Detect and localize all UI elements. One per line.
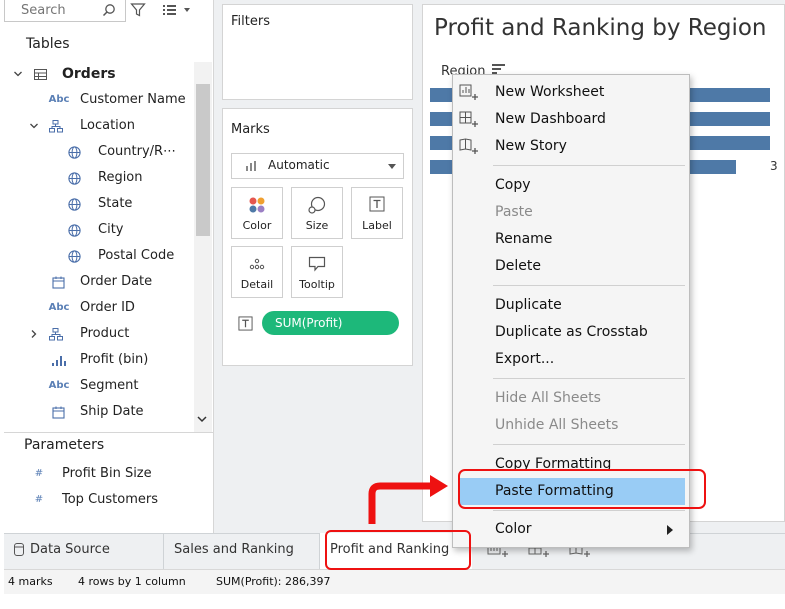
field-city[interactable]: City bbox=[64, 217, 194, 243]
field-ship-date[interactable]: Ship Date bbox=[44, 399, 194, 425]
field-customer-name[interactable]: Abc Customer Name bbox=[44, 87, 194, 113]
highlight-box-paste-formatting bbox=[458, 469, 706, 509]
menu-separator bbox=[493, 285, 685, 286]
menu-separator bbox=[493, 444, 685, 445]
menu-item-new-dashboard[interactable]: New Dashboard bbox=[453, 106, 689, 133]
tooltip-button[interactable]: Tooltip bbox=[291, 246, 343, 298]
hierarchy-icon bbox=[48, 321, 64, 347]
size-button[interactable]: Size bbox=[291, 187, 343, 239]
calendar-icon bbox=[50, 399, 66, 425]
menu-item-hide-all-sheets: Hide All Sheets bbox=[495, 390, 601, 406]
sum-profit-pill[interactable]: SUM(Profit) bbox=[262, 311, 399, 335]
search-input[interactable] bbox=[5, 0, 89, 20]
field-location[interactable]: Location bbox=[28, 113, 194, 139]
filter-icon[interactable] bbox=[130, 2, 146, 18]
number-type-icon: # bbox=[34, 468, 44, 479]
worksheet-title: Profit and Ranking by Region bbox=[434, 15, 767, 41]
calendar-icon bbox=[50, 269, 66, 295]
menu-item-paste: Paste bbox=[495, 204, 533, 220]
field-state[interactable]: State bbox=[64, 191, 194, 217]
filters-shelf[interactable]: Filters bbox=[222, 4, 413, 100]
label-text-icon bbox=[238, 316, 253, 331]
globe-icon bbox=[66, 217, 82, 243]
marks-title: Marks bbox=[231, 122, 270, 137]
chevron-right-icon[interactable] bbox=[28, 321, 40, 347]
globe-icon bbox=[66, 191, 82, 217]
detail-icon bbox=[232, 255, 282, 273]
menu-item-export[interactable]: Export... bbox=[453, 346, 689, 373]
menu-item-duplicate-as-crosstab[interactable]: Duplicate as Crosstab bbox=[453, 319, 689, 346]
menu-separator bbox=[493, 510, 685, 511]
field-postal-code[interactable]: Postal Code bbox=[64, 243, 194, 269]
annotation-arrow bbox=[368, 475, 448, 524]
table-icon bbox=[32, 61, 48, 87]
search-icon[interactable] bbox=[102, 3, 116, 17]
number-type-icon: # bbox=[34, 494, 44, 505]
menu-item-unhide-all-sheets: Unhide All Sheets bbox=[495, 417, 619, 433]
field-region[interactable]: Region bbox=[64, 165, 194, 191]
bar-chart-icon bbox=[246, 161, 258, 171]
color-icon bbox=[232, 196, 282, 214]
parameter-top-customers[interactable]: # Top Customers bbox=[30, 487, 200, 513]
status-bar: 4 marks 4 rows by 1 column SUM(Profit): … bbox=[4, 569, 785, 594]
color-button[interactable]: Color bbox=[231, 187, 283, 239]
tables-header: Tables bbox=[26, 36, 70, 52]
status-dimensions: 4 rows by 1 column bbox=[78, 575, 186, 588]
scrollbar-thumb[interactable] bbox=[196, 84, 210, 236]
field-order-date[interactable]: Order Date bbox=[44, 269, 194, 295]
view-options-icon[interactable] bbox=[162, 3, 192, 17]
bin-histogram-icon bbox=[48, 347, 70, 373]
scroll-down-icon[interactable] bbox=[196, 414, 208, 424]
label-text-icon bbox=[352, 196, 402, 212]
field-country-region[interactable]: Country/R⋯ bbox=[64, 139, 194, 165]
chevron-down-icon[interactable] bbox=[28, 113, 40, 139]
string-type-icon: Abc bbox=[48, 302, 70, 313]
menu-item-new-story[interactable]: New Story bbox=[453, 133, 689, 160]
mark-type-value: Automatic bbox=[268, 158, 330, 172]
new-worksheet-icon bbox=[459, 83, 479, 103]
menu-item-color[interactable]: Color bbox=[453, 516, 689, 543]
tooltip-icon bbox=[292, 255, 342, 273]
filters-title: Filters bbox=[231, 14, 270, 29]
menu-item-new-worksheet[interactable]: New Worksheet bbox=[453, 79, 689, 106]
string-type-icon: Abc bbox=[48, 380, 70, 391]
globe-icon bbox=[66, 139, 82, 165]
menu-item-rename[interactable]: Rename bbox=[453, 226, 689, 253]
status-marks: 4 marks bbox=[8, 575, 53, 588]
mark-type-dropdown[interactable]: Automatic bbox=[231, 153, 404, 179]
chevron-down-icon[interactable] bbox=[12, 61, 24, 87]
tree-item-label: Orders bbox=[62, 66, 116, 82]
new-dashboard-icon bbox=[459, 110, 479, 130]
globe-icon bbox=[66, 243, 82, 269]
chevron-down-icon bbox=[387, 163, 397, 170]
parameter-profit-bin-size[interactable]: # Profit Bin Size bbox=[30, 461, 200, 487]
globe-icon bbox=[66, 165, 82, 191]
detail-button[interactable]: Detail bbox=[231, 246, 283, 298]
submenu-arrow-icon bbox=[667, 525, 673, 535]
field-profit-bin[interactable]: Profit (bin) bbox=[44, 347, 194, 373]
menu-item-duplicate[interactable]: Duplicate bbox=[453, 292, 689, 319]
parameters-header: Parameters bbox=[24, 437, 105, 453]
label-button[interactable]: Label bbox=[351, 187, 403, 239]
new-story-icon bbox=[459, 137, 479, 157]
menu-item-copy[interactable]: Copy bbox=[453, 172, 689, 199]
divider bbox=[4, 432, 214, 433]
size-icon bbox=[292, 196, 342, 214]
field-segment[interactable]: Abc Segment bbox=[44, 373, 194, 399]
highlight-box-active-tab bbox=[325, 530, 471, 570]
menu-separator bbox=[493, 165, 685, 166]
tree-item-orders[interactable]: Orders bbox=[12, 61, 194, 87]
status-sum: SUM(Profit): 286,397 bbox=[216, 575, 331, 588]
database-icon bbox=[14, 543, 24, 556]
string-type-icon: Abc bbox=[48, 94, 70, 105]
tab-data-source[interactable]: Data Source bbox=[4, 533, 164, 569]
tab-sales-and-ranking[interactable]: Sales and Ranking bbox=[164, 533, 320, 569]
menu-item-delete[interactable]: Delete bbox=[453, 253, 689, 280]
bar-value-label: 3 bbox=[770, 159, 778, 173]
menu-separator bbox=[493, 378, 685, 379]
field-order-id[interactable]: Abc Order ID bbox=[44, 295, 194, 321]
hierarchy-icon bbox=[48, 113, 64, 139]
field-product[interactable]: Product bbox=[28, 321, 194, 347]
